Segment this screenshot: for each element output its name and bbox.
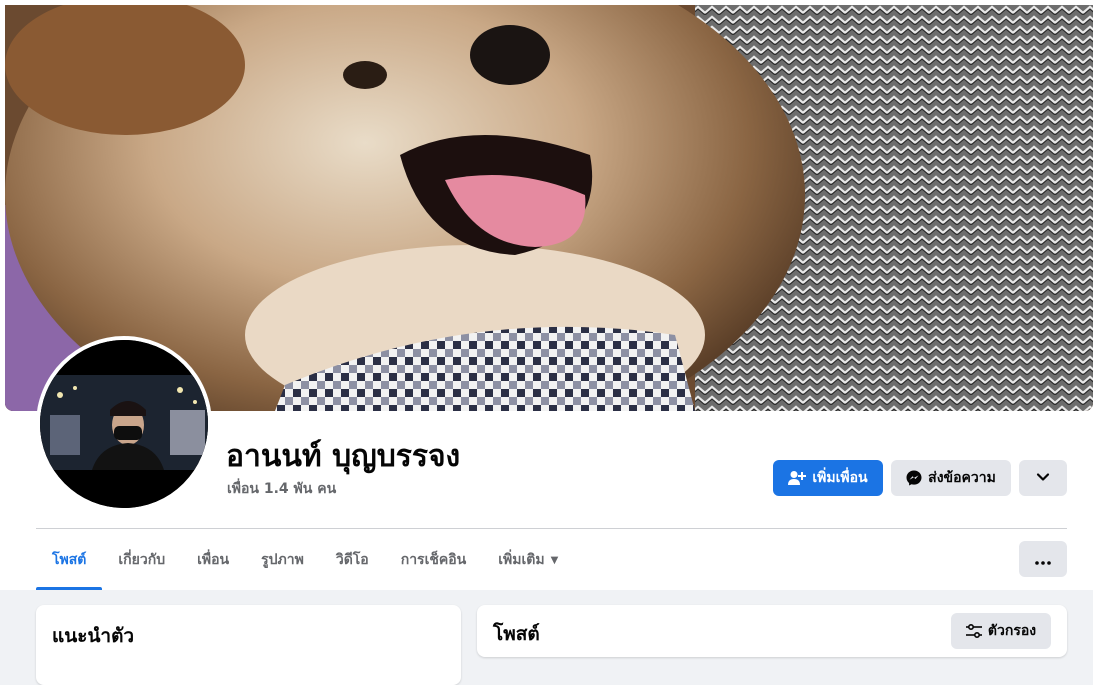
tab-posts[interactable]: โพสต์ bbox=[36, 530, 103, 590]
tab-more[interactable]: เพิ่มเติม ▼ bbox=[482, 530, 574, 590]
tab-label: เกี่ยวกับ bbox=[118, 552, 166, 568]
tab-about[interactable]: เกี่ยวกับ bbox=[102, 530, 181, 590]
tabs-more-options-button[interactable] bbox=[1019, 541, 1067, 577]
add-friend-label: เพิ่มเพื่อน bbox=[812, 470, 868, 486]
tab-label: โพสต์ bbox=[52, 552, 87, 568]
tab-label: เพิ่มเติม bbox=[498, 552, 545, 568]
profile-name: อานนท์ บุญบรรจง bbox=[226, 439, 461, 474]
message-button[interactable]: ส่งข้อความ bbox=[891, 460, 1011, 496]
messenger-icon bbox=[906, 470, 922, 486]
tab-label: การเช็คอิน bbox=[400, 552, 467, 568]
message-label: ส่งข้อความ bbox=[928, 470, 996, 486]
tab-friends[interactable]: เพื่อน bbox=[181, 530, 245, 590]
chevron-down-icon bbox=[1036, 470, 1050, 486]
intro-card: แนะนำตัว bbox=[36, 605, 461, 685]
header-divider bbox=[36, 528, 1067, 529]
tab-photos[interactable]: รูปภาพ bbox=[245, 530, 320, 590]
tab-checkins[interactable]: การเช็คอิน bbox=[385, 530, 483, 590]
filter-button[interactable]: ตัวกรอง bbox=[951, 613, 1051, 649]
friends-count[interactable]: เพื่อน 1.4 พัน คน bbox=[227, 478, 336, 500]
profile-tabs: โพสต์ เกี่ยวกับ เพื่อน รูปภาพ วิดีโอ การ… bbox=[36, 530, 574, 590]
intro-title: แนะนำตัว bbox=[52, 625, 135, 647]
sliders-icon bbox=[965, 624, 982, 638]
profile-options-dropdown[interactable] bbox=[1019, 460, 1067, 496]
tab-label: รูปภาพ bbox=[261, 552, 304, 568]
avatar-image bbox=[40, 340, 208, 508]
person-plus-icon bbox=[788, 470, 807, 486]
profile-avatar[interactable] bbox=[36, 336, 212, 512]
caret-down-icon: ▼ bbox=[550, 554, 559, 566]
posts-card: โพสต์ ตัวกรอง bbox=[477, 605, 1067, 657]
posts-title: โพสต์ bbox=[493, 623, 540, 645]
tab-label: เพื่อน bbox=[197, 552, 230, 568]
filter-label: ตัวกรอง bbox=[987, 623, 1037, 639]
more-dots-icon bbox=[1035, 550, 1051, 569]
tab-videos[interactable]: วิดีโอ bbox=[320, 530, 385, 590]
add-friend-button[interactable]: เพิ่มเพื่อน bbox=[773, 460, 883, 496]
tab-label: วิดีโอ bbox=[335, 552, 369, 568]
